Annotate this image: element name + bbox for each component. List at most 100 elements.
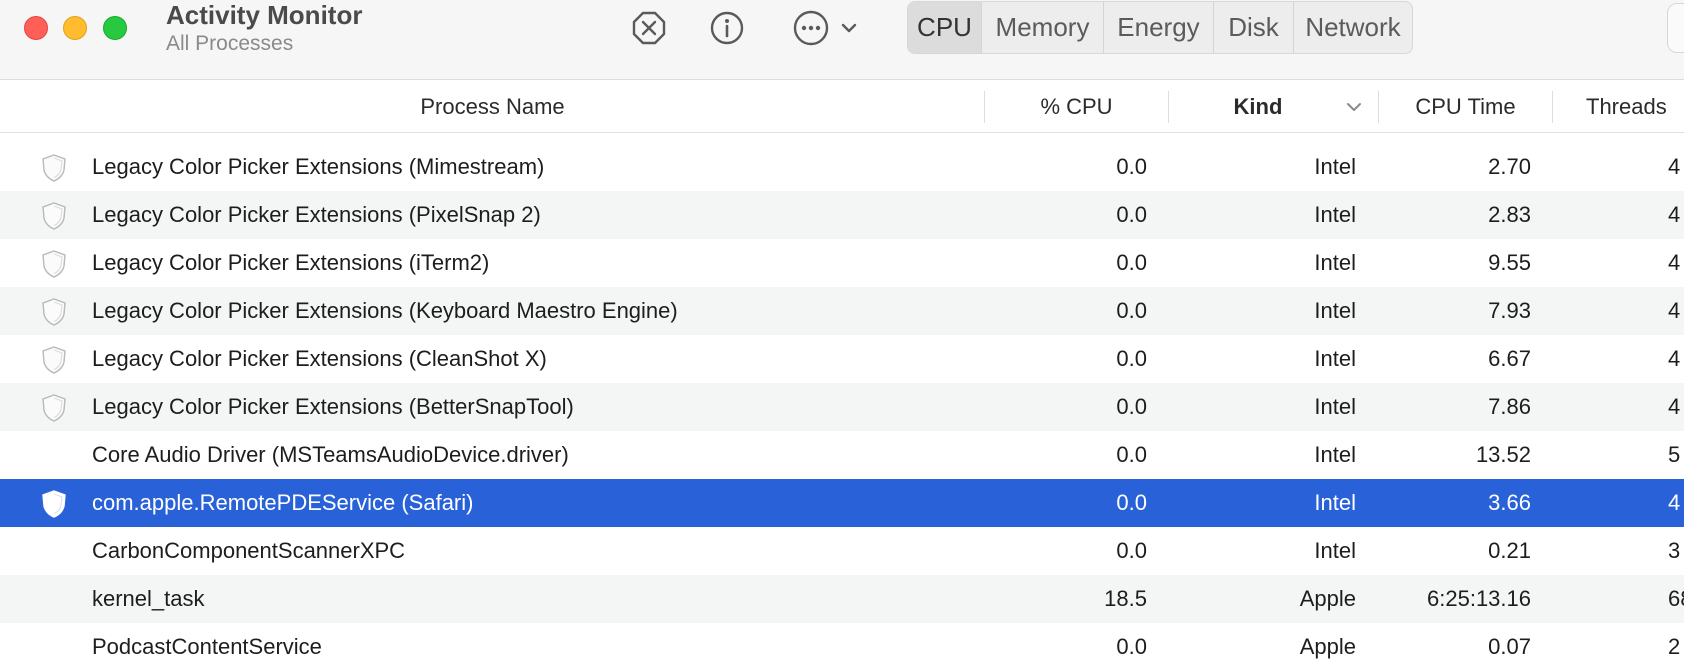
process-name-cell: Legacy Color Picker Extensions (BetterSn… <box>92 394 574 419</box>
tab-network[interactable]: Network <box>1294 2 1412 53</box>
shield-icon <box>42 154 66 182</box>
threads-cell: 4 <box>1668 298 1681 323</box>
kind-cell: Intel <box>1314 394 1356 419</box>
process-name-cell: kernel_task <box>92 586 205 611</box>
process-name-cell: Legacy Color Picker Extensions (iTerm2) <box>92 250 490 275</box>
stop-process-button[interactable] <box>629 9 669 47</box>
cpu-percent-cell: 0.0 <box>1116 490 1147 515</box>
table-row[interactable]: kernel_task 18.5 Apple 6:25:13.16 689 <box>0 575 1684 623</box>
table-row[interactable]: Legacy Color Picker Extensions (BetterSn… <box>0 383 1684 431</box>
threads-cell: 3 <box>1668 538 1681 563</box>
column-cpu-time[interactable]: CPU Time <box>1379 81 1552 133</box>
table-row[interactable]: Legacy Color Picker Extensions (Keyboard… <box>0 287 1684 335</box>
tab-energy[interactable]: Energy <box>1104 2 1214 53</box>
kind-cell: Intel <box>1314 490 1356 515</box>
cpu-time-cell: 13.52 <box>1475 442 1531 467</box>
table-row[interactable]: com.apple.RemotePDEService (Safari) 0.0 In… <box>0 479 1684 527</box>
cpu-percent-cell: 0.0 <box>1116 250 1147 275</box>
sort-descending-icon <box>1347 103 1361 111</box>
view-tab-bar: CPU Memory Energy Disk Network <box>907 1 1413 54</box>
table-row[interactable]: Legacy Color Picker Extensions (CleanSho… <box>0 335 1684 383</box>
close-window-button[interactable] <box>24 16 48 40</box>
cpu-percent-cell: 0.0 <box>1116 298 1147 323</box>
shield-icon <box>42 250 66 278</box>
column-divider[interactable] <box>1552 91 1553 123</box>
cpu-time-cell: 6.67 <box>1488 346 1531 371</box>
toolbar: Activity Monitor All Processes CPU Memor… <box>0 0 1684 80</box>
shield-icon <box>42 202 66 230</box>
cpu-percent-cell: 0.0 <box>1116 442 1147 467</box>
process-name-cell: Legacy Color Picker Extensions (PixelSna… <box>92 202 541 227</box>
threads-cell: 4 <box>1668 202 1681 227</box>
process-name-cell: Legacy Color Picker Extensions (Keyboard… <box>92 298 678 323</box>
process-name-cell: Legacy Color Picker Extensions (Mimestre… <box>92 154 545 179</box>
table-row[interactable]: CarbonComponentScannerXPC 0.0 Intel 0.21 3 <box>0 527 1684 575</box>
shield-icon <box>42 298 66 326</box>
threads-cell: 4 <box>1668 394 1681 419</box>
threads-cell: 2 <box>1668 634 1681 659</box>
cpu-time-cell: 0.21 <box>1488 538 1531 563</box>
minimize-window-button[interactable] <box>63 16 87 40</box>
kind-cell: Intel <box>1314 346 1356 371</box>
chevron-down-icon <box>841 23 857 33</box>
inspect-process-button[interactable] <box>707 9 747 47</box>
cpu-time-cell: 7.86 <box>1488 394 1531 419</box>
stop-process-icon <box>632 11 666 45</box>
cpu-percent-cell: 18.5 <box>1104 586 1147 611</box>
cpu-time-cell: 2.83 <box>1488 202 1531 227</box>
kind-cell: Intel <box>1314 250 1356 275</box>
process-name-cell: com.apple.RemotePDEService (Safari) <box>92 490 474 515</box>
threads-cell: 4 <box>1668 490 1681 515</box>
cpu-percent-cell: 0.0 <box>1116 538 1147 563</box>
kind-cell: Intel <box>1314 538 1356 563</box>
process-name-cell: Legacy Color Picker Extensions (CleanSho… <box>92 346 547 371</box>
cpu-percent-cell: 0.0 <box>1116 346 1147 371</box>
table-row[interactable]: Legacy Color Picker Extensions (Mimestre… <box>0 143 1684 191</box>
table-header: Process Name % CPU Kind CPU Time Threads <box>0 81 1684 133</box>
tab-disk[interactable]: Disk <box>1214 2 1294 53</box>
search-field[interactable] <box>1667 3 1684 53</box>
window-title: Activity Monitor <box>166 0 363 30</box>
kind-cell: Intel <box>1314 202 1356 227</box>
shield-icon <box>42 394 66 422</box>
cpu-percent-cell: 0.0 <box>1116 394 1147 419</box>
column-threads[interactable]: Threads <box>1586 81 1667 133</box>
column-process-name[interactable]: Process Name <box>0 81 985 133</box>
tab-memory[interactable]: Memory <box>982 2 1104 53</box>
cpu-time-cell: 9.55 <box>1488 250 1531 275</box>
process-name-cell: Core Audio Driver (MSTeamsAudioDevice.dr… <box>92 442 569 467</box>
more-actions-button[interactable] <box>788 9 864 47</box>
threads-cell: 4 <box>1668 250 1681 275</box>
cpu-time-cell: 3.66 <box>1488 490 1531 515</box>
process-name-cell: CarbonComponentScannerXPC <box>92 538 406 563</box>
table-row[interactable]: Legacy Color Picker Extensions (PixelSna… <box>0 191 1684 239</box>
table-row[interactable]: Core Audio Driver (MSTeamsAudioDevice.dr… <box>0 431 1684 479</box>
kind-cell: Apple <box>1299 586 1356 611</box>
shield-icon <box>42 346 66 374</box>
kind-cell: Intel <box>1314 298 1356 323</box>
cpu-percent-cell: 0.0 <box>1116 202 1147 227</box>
cpu-time-cell: 6:25:13.16 <box>1427 586 1531 611</box>
table-row[interactable]: Legacy Color Picker Extensions (iTerm2) 0… <box>0 239 1684 287</box>
threads-cell: 5 <box>1668 442 1681 467</box>
window-subtitle: All Processes <box>166 32 294 55</box>
column-cpu-percent[interactable]: % CPU <box>985 81 1168 133</box>
kind-cell: Intel <box>1314 154 1356 179</box>
zoom-window-button[interactable] <box>103 16 127 40</box>
shield-icon <box>42 490 66 518</box>
threads-cell: 689 <box>1668 586 1684 611</box>
threads-cell: 4 <box>1668 154 1681 179</box>
process-table: Legacy Color Picker Extensions (Mimestre… <box>0 143 1684 671</box>
threads-cell: 4 <box>1668 346 1681 371</box>
cpu-percent-cell: 0.0 <box>1116 154 1147 179</box>
process-name-cell: PodcastContentService <box>92 634 322 659</box>
info-icon <box>710 11 744 45</box>
kind-cell: Apple <box>1299 634 1356 659</box>
table-row[interactable]: PodcastContentService 0.0 Apple 0.07 2 <box>0 623 1684 671</box>
more-actions-icon <box>793 10 829 46</box>
tab-cpu[interactable]: CPU <box>908 2 982 53</box>
cpu-time-cell: 7.93 <box>1488 298 1531 323</box>
cpu-percent-cell: 0.0 <box>1116 634 1147 659</box>
column-kind[interactable]: Kind <box>1169 81 1347 133</box>
cpu-time-cell: 2.70 <box>1488 154 1531 179</box>
